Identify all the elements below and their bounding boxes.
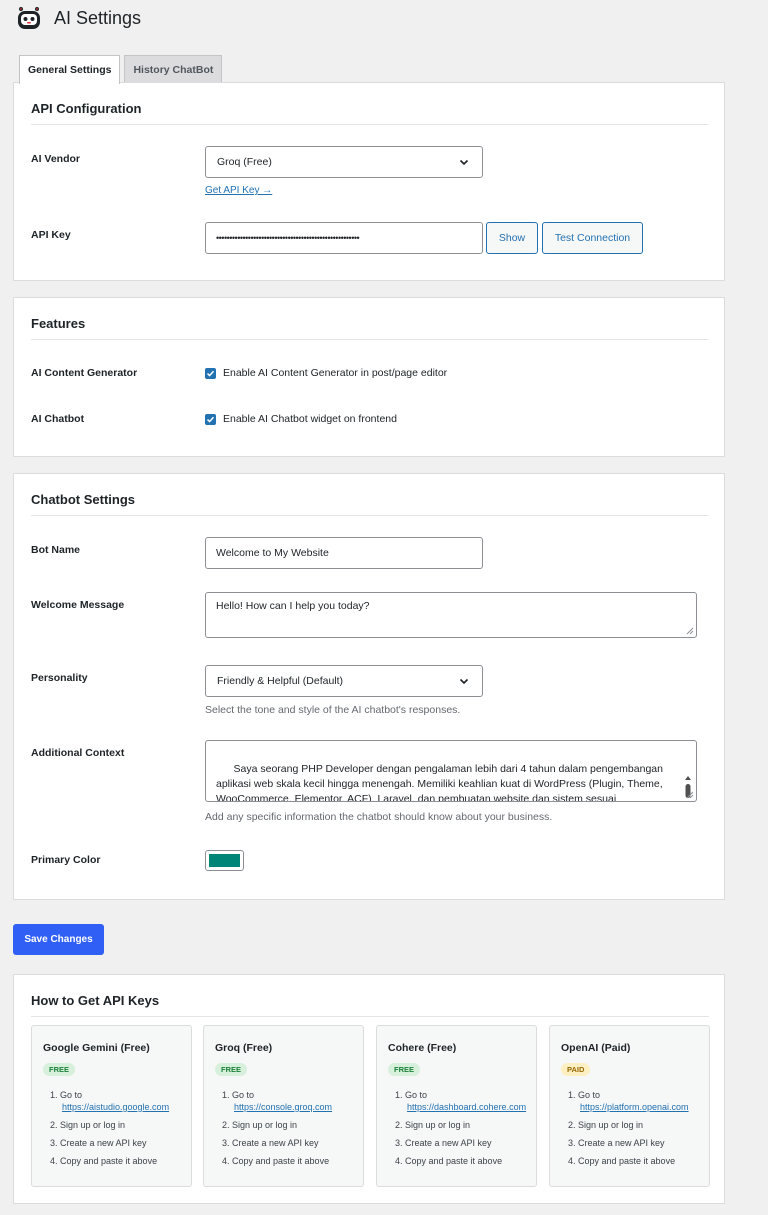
step-4: 4. Copy and paste it above <box>222 1156 330 1166</box>
step-4: 4. Copy and paste it above <box>50 1156 158 1166</box>
personality-description: Select the tone and style of the AI chat… <box>205 704 461 716</box>
tab-general-settings[interactable]: General Settings <box>19 55 121 84</box>
bot-name-value: Welcome to My Website <box>216 547 329 559</box>
settings-tabs: General Settings History ChatBot <box>19 55 226 84</box>
primary-color-picker[interactable] <box>205 850 244 871</box>
chevron-down-icon <box>459 159 469 166</box>
groq-url-link[interactable]: https://console.groq.com <box>222 1101 332 1113</box>
step-1: 1. Go to <box>50 1090 83 1100</box>
step-2: 2. Sign up or log in <box>222 1120 298 1130</box>
step-3: 3. Create a new API key <box>395 1138 492 1148</box>
test-connection-button[interactable]: Test Connection <box>542 222 643 254</box>
api-key-value: ••••••••••••••••••••••••••••••••••••••••… <box>216 233 360 243</box>
features-title: Features <box>31 316 709 340</box>
step-1: 1. Go to <box>222 1090 255 1100</box>
step-4: 4. Copy and paste it above <box>395 1156 503 1166</box>
ai-vendor-label: AI Vendor <box>31 153 81 165</box>
page-title: AI Settings <box>54 7 142 28</box>
vendor-name: Cohere (Free) <box>388 1042 457 1054</box>
content-generator-checkbox-label: Enable AI Content Generator in post/page… <box>223 367 448 379</box>
api-key-label: API Key <box>31 229 71 241</box>
free-badge: FREE <box>215 1063 248 1076</box>
step-1: 1. Go to <box>395 1090 428 1100</box>
resize-handle-icon[interactable] <box>686 791 694 799</box>
additional-context-textarea[interactable]: Saya seorang PHP Developer dengan pengal… <box>205 740 697 802</box>
personality-select[interactable]: Friendly & Helpful (Default) <box>205 665 483 697</box>
vendor-card-cohere: Cohere (Free) FREE 1. Go to https://dash… <box>376 1025 537 1187</box>
textarea-scrollbar[interactable] <box>682 743 694 798</box>
ai-chatbot-checkbox[interactable] <box>205 413 216 425</box>
step-4: 4. Copy and paste it above <box>568 1156 676 1166</box>
tab-history-chatbot[interactable]: History ChatBot <box>124 55 223 83</box>
primary-color-label: Primary Color <box>31 854 101 866</box>
api-configuration-title: API Configuration <box>31 101 709 125</box>
bot-name-input[interactable]: Welcome to My Website <box>205 537 483 569</box>
primary-color-fill <box>209 854 240 867</box>
paid-badge: PAID <box>561 1063 591 1076</box>
welcome-message-textarea[interactable]: Hello! How can I help you today? <box>205 592 697 638</box>
how-to-get-api-keys-card: How to Get API Keys Google Gemini (Free)… <box>13 974 725 1204</box>
show-key-button[interactable]: Show <box>486 222 538 254</box>
save-changes-button[interactable]: Save Changes <box>13 924 104 955</box>
api-key-input[interactable]: ••••••••••••••••••••••••••••••••••••••••… <box>205 222 483 254</box>
chevron-down-icon <box>459 678 469 685</box>
api-configuration-card: API Configuration AI Vendor Groq (Free) … <box>13 82 725 281</box>
additional-context-label: Additional Context <box>31 747 125 759</box>
ai-vendor-value: Groq (Free) <box>217 156 272 168</box>
welcome-message-label: Welcome Message <box>31 599 125 611</box>
personality-value: Friendly & Helpful (Default) <box>217 675 344 687</box>
get-api-key-link[interactable]: Get API Key → <box>205 185 272 196</box>
features-card: Features AI Content Generator Enable AI … <box>13 297 725 457</box>
step-3: 3. Create a new API key <box>568 1138 665 1148</box>
content-generator-checkbox[interactable] <box>205 367 216 379</box>
checkmark-icon <box>206 370 215 377</box>
gemini-url-link[interactable]: https://aistudio.google.com <box>50 1101 169 1113</box>
chatbot-settings-card: Chatbot Settings Bot Name Welcome to My … <box>13 473 725 900</box>
openai-url-link[interactable]: https://platform.openai.com <box>568 1101 689 1113</box>
step-2: 2. Sign up or log in <box>395 1120 471 1130</box>
vendor-card-openai: OpenAI (Paid) PAID 1. Go to https://plat… <box>549 1025 710 1187</box>
step-3: 3. Create a new API key <box>222 1138 319 1148</box>
chatbot-settings-title: Chatbot Settings <box>31 492 709 516</box>
additional-context-description: Add any specific information the chatbot… <box>205 811 553 823</box>
ai-chatbot-label: AI Chatbot <box>31 413 85 425</box>
additional-context-value: Saya seorang PHP Developer dengan pengal… <box>216 763 663 802</box>
checkmark-icon <box>206 416 215 423</box>
ai-chatbot-checkbox-label: Enable AI Chatbot widget on frontend <box>223 413 397 425</box>
step-1: 1. Go to <box>568 1090 601 1100</box>
step-2: 2. Sign up or log in <box>568 1120 644 1130</box>
robot-icon <box>18 7 40 29</box>
content-generator-label: AI Content Generator <box>31 367 138 379</box>
step-3: 3. Create a new API key <box>50 1138 147 1148</box>
vendor-card-gemini: Google Gemini (Free) FREE 1. Go to https… <box>31 1025 192 1187</box>
resize-handle-icon[interactable] <box>686 627 694 635</box>
ai-vendor-select[interactable]: Groq (Free) <box>205 146 483 178</box>
vendor-name: Groq (Free) <box>215 1042 273 1054</box>
free-badge: FREE <box>388 1063 421 1076</box>
bot-name-label: Bot Name <box>31 544 81 556</box>
how-to-title: How to Get API Keys <box>31 993 709 1017</box>
welcome-message-value: Hello! How can I help you today? <box>216 600 370 612</box>
vendor-name: OpenAI (Paid) <box>561 1042 631 1054</box>
page-header: AI Settings <box>16 4 141 32</box>
vendor-name: Google Gemini (Free) <box>43 1042 150 1054</box>
free-badge: FREE <box>43 1063 76 1076</box>
step-2: 2. Sign up or log in <box>50 1120 126 1130</box>
vendor-card-groq: Groq (Free) FREE 1. Go to https://consol… <box>203 1025 364 1187</box>
cohere-url-link[interactable]: https://dashboard.cohere.com <box>395 1101 526 1113</box>
personality-label: Personality <box>31 672 88 684</box>
